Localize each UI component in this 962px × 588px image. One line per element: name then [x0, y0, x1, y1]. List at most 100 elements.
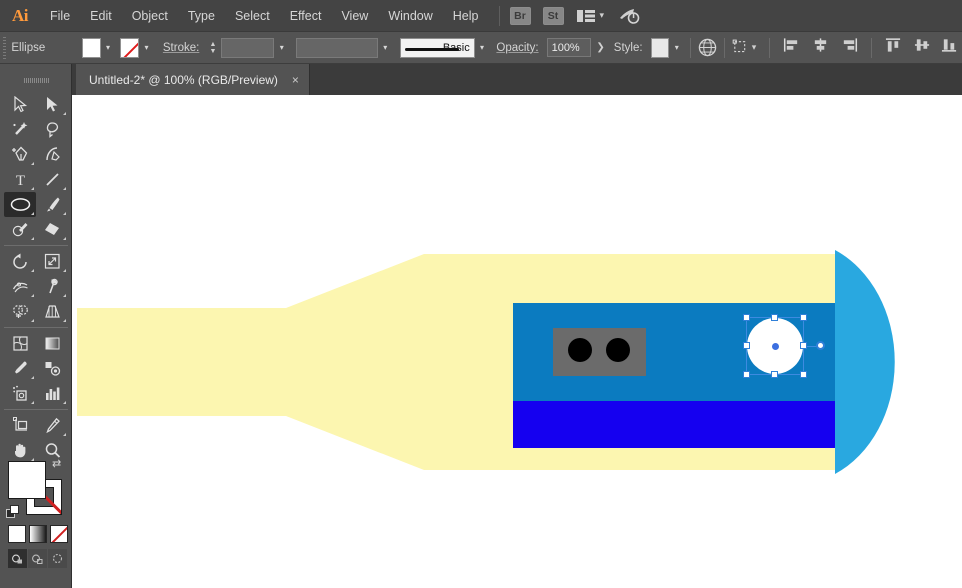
document-tab-bar: « Untitled-2* @ 100% (RGB/Preview) ×: [0, 64, 962, 95]
column-graph-tool[interactable]: [36, 381, 68, 406]
flyout-indicator-icon: [31, 401, 34, 404]
stock-button[interactable]: St: [542, 6, 564, 25]
menu-view[interactable]: View: [331, 0, 378, 32]
handle-top-right[interactable]: [800, 314, 807, 321]
draw-inside-button[interactable]: [48, 549, 67, 568]
handle-bottom-right[interactable]: [800, 371, 807, 378]
handle-top-center[interactable]: [771, 314, 778, 321]
fill-stroke-indicator[interactable]: ⇄: [6, 458, 64, 519]
arrange-documents-icon[interactable]: [576, 8, 596, 24]
stroke-weight-input[interactable]: [220, 37, 275, 58]
default-fill-stroke-icon[interactable]: [6, 505, 20, 519]
flyout-indicator-icon: [31, 187, 34, 190]
handle-top-left[interactable]: [743, 314, 750, 321]
flyout-indicator-icon: [31, 162, 34, 165]
fill-dropdown-icon[interactable]: ▾: [102, 38, 115, 58]
bridge-button[interactable]: Br: [509, 6, 531, 25]
gradient-tool[interactable]: [36, 331, 68, 356]
align-right-icon[interactable]: [835, 37, 864, 58]
scale-tool[interactable]: [36, 249, 68, 274]
hand-tool[interactable]: [4, 438, 36, 463]
menu-effect[interactable]: Effect: [280, 0, 332, 32]
menu-type[interactable]: Type: [178, 0, 225, 32]
eyedropper-tool[interactable]: [4, 356, 36, 381]
artboard-canvas[interactable]: [72, 95, 962, 588]
stroke-color-swatch[interactable]: [120, 37, 140, 58]
align-bottom-icon[interactable]: [937, 37, 962, 58]
fill-color-indicator[interactable]: [8, 461, 46, 499]
active-tool-label: Ellipse: [11, 41, 46, 54]
handle-middle-right[interactable]: [800, 342, 807, 349]
color-mode-button[interactable]: [8, 525, 26, 543]
slice-tool[interactable]: [36, 413, 68, 438]
svg-text:T: T: [15, 173, 24, 188]
fill-color-swatch[interactable]: [81, 37, 101, 58]
stroke-weight-dropdown-icon[interactable]: ▾: [275, 38, 288, 58]
tool-divider-2: [4, 327, 68, 328]
draw-behind-button[interactable]: [28, 549, 47, 568]
menu-edit[interactable]: Edit: [80, 0, 122, 32]
shaper-tool[interactable]: [4, 217, 36, 242]
transform-chevron-icon[interactable]: ▾: [752, 42, 757, 53]
direct-selection-tool[interactable]: [36, 92, 68, 117]
menu-help[interactable]: Help: [443, 0, 489, 32]
magic-wand-tool[interactable]: [4, 117, 36, 142]
none-mode-button[interactable]: [50, 525, 68, 543]
handle-bottom-left[interactable]: [743, 371, 750, 378]
menu-object[interactable]: Object: [122, 0, 178, 32]
artboard-tool[interactable]: [4, 413, 36, 438]
rotate-tool[interactable]: [4, 249, 36, 274]
gradient-mode-button[interactable]: [29, 525, 47, 543]
menu-window[interactable]: Window: [378, 0, 442, 32]
transform-icon[interactable]: [732, 39, 752, 57]
shape-builder-tool[interactable]: [4, 299, 36, 324]
pen-tool[interactable]: [4, 142, 36, 167]
recolor-artwork-icon[interactable]: [698, 38, 717, 57]
brush-definition-select[interactable]: Basic: [399, 37, 475, 58]
tools-panel-grip[interactable]: [24, 78, 50, 83]
flyout-indicator-icon: [31, 319, 34, 322]
type-tool[interactable]: T: [4, 167, 36, 192]
handle-bottom-center[interactable]: [771, 371, 778, 378]
swap-fill-stroke-icon[interactable]: ⇄: [52, 457, 66, 471]
variable-width-profile-select[interactable]: [296, 37, 378, 58]
stroke-dropdown-icon[interactable]: ▾: [140, 38, 153, 58]
opacity-input[interactable]: 100%: [546, 38, 592, 57]
free-transform-tool[interactable]: [36, 274, 68, 299]
stroke-weight-stepper[interactable]: ▲ ▼: [208, 38, 217, 58]
draw-normal-button[interactable]: [8, 549, 27, 568]
document-tab[interactable]: Untitled-2* @ 100% (RGB/Preview) ×: [76, 64, 310, 95]
perspective-grid-tool[interactable]: [36, 299, 68, 324]
style-dropdown-icon[interactable]: ▾: [670, 38, 683, 58]
control-bar-grip[interactable]: [3, 36, 7, 59]
line-segment-tool[interactable]: [36, 167, 68, 192]
width-profile-dropdown-icon[interactable]: ▾: [379, 38, 392, 58]
align-top-icon[interactable]: [879, 37, 908, 58]
reference-point-handle[interactable]: [816, 341, 825, 350]
blend-tool[interactable]: [36, 356, 68, 381]
align-left-icon[interactable]: [777, 37, 806, 58]
selection-tool[interactable]: [4, 92, 36, 117]
symbol-sprayer-tool[interactable]: [4, 381, 36, 406]
control-bar: Ellipse ▾ ▾ Stroke: ▲▼ ▾ ▾ Basic ▾ Opaci…: [0, 32, 962, 64]
handle-middle-left[interactable]: [743, 342, 750, 349]
close-icon[interactable]: ×: [292, 73, 299, 87]
brush-dropdown-icon[interactable]: ▾: [476, 38, 489, 58]
curvature-tool[interactable]: [36, 142, 68, 167]
lasso-tool[interactable]: [36, 117, 68, 142]
app-logo-icon: Ai: [12, 5, 29, 25]
ui-brightness-icon[interactable]: [618, 7, 640, 25]
menu-select[interactable]: Select: [225, 0, 280, 32]
mesh-tool[interactable]: [4, 331, 36, 356]
flyout-indicator-icon: [63, 319, 66, 322]
eraser-tool[interactable]: [36, 217, 68, 242]
align-center-vertical-icon[interactable]: [908, 37, 937, 58]
graphic-style-swatch[interactable]: [650, 37, 670, 58]
align-center-horizontal-icon[interactable]: [806, 37, 835, 58]
menu-file[interactable]: File: [40, 0, 80, 32]
arrange-chevron-icon[interactable]: ▾: [600, 10, 605, 21]
ellipse-tool[interactable]: [4, 192, 36, 217]
width-tool[interactable]: [4, 274, 36, 299]
paintbrush-tool[interactable]: [36, 192, 68, 217]
opacity-expand-icon[interactable]: ❯: [591, 42, 609, 53]
